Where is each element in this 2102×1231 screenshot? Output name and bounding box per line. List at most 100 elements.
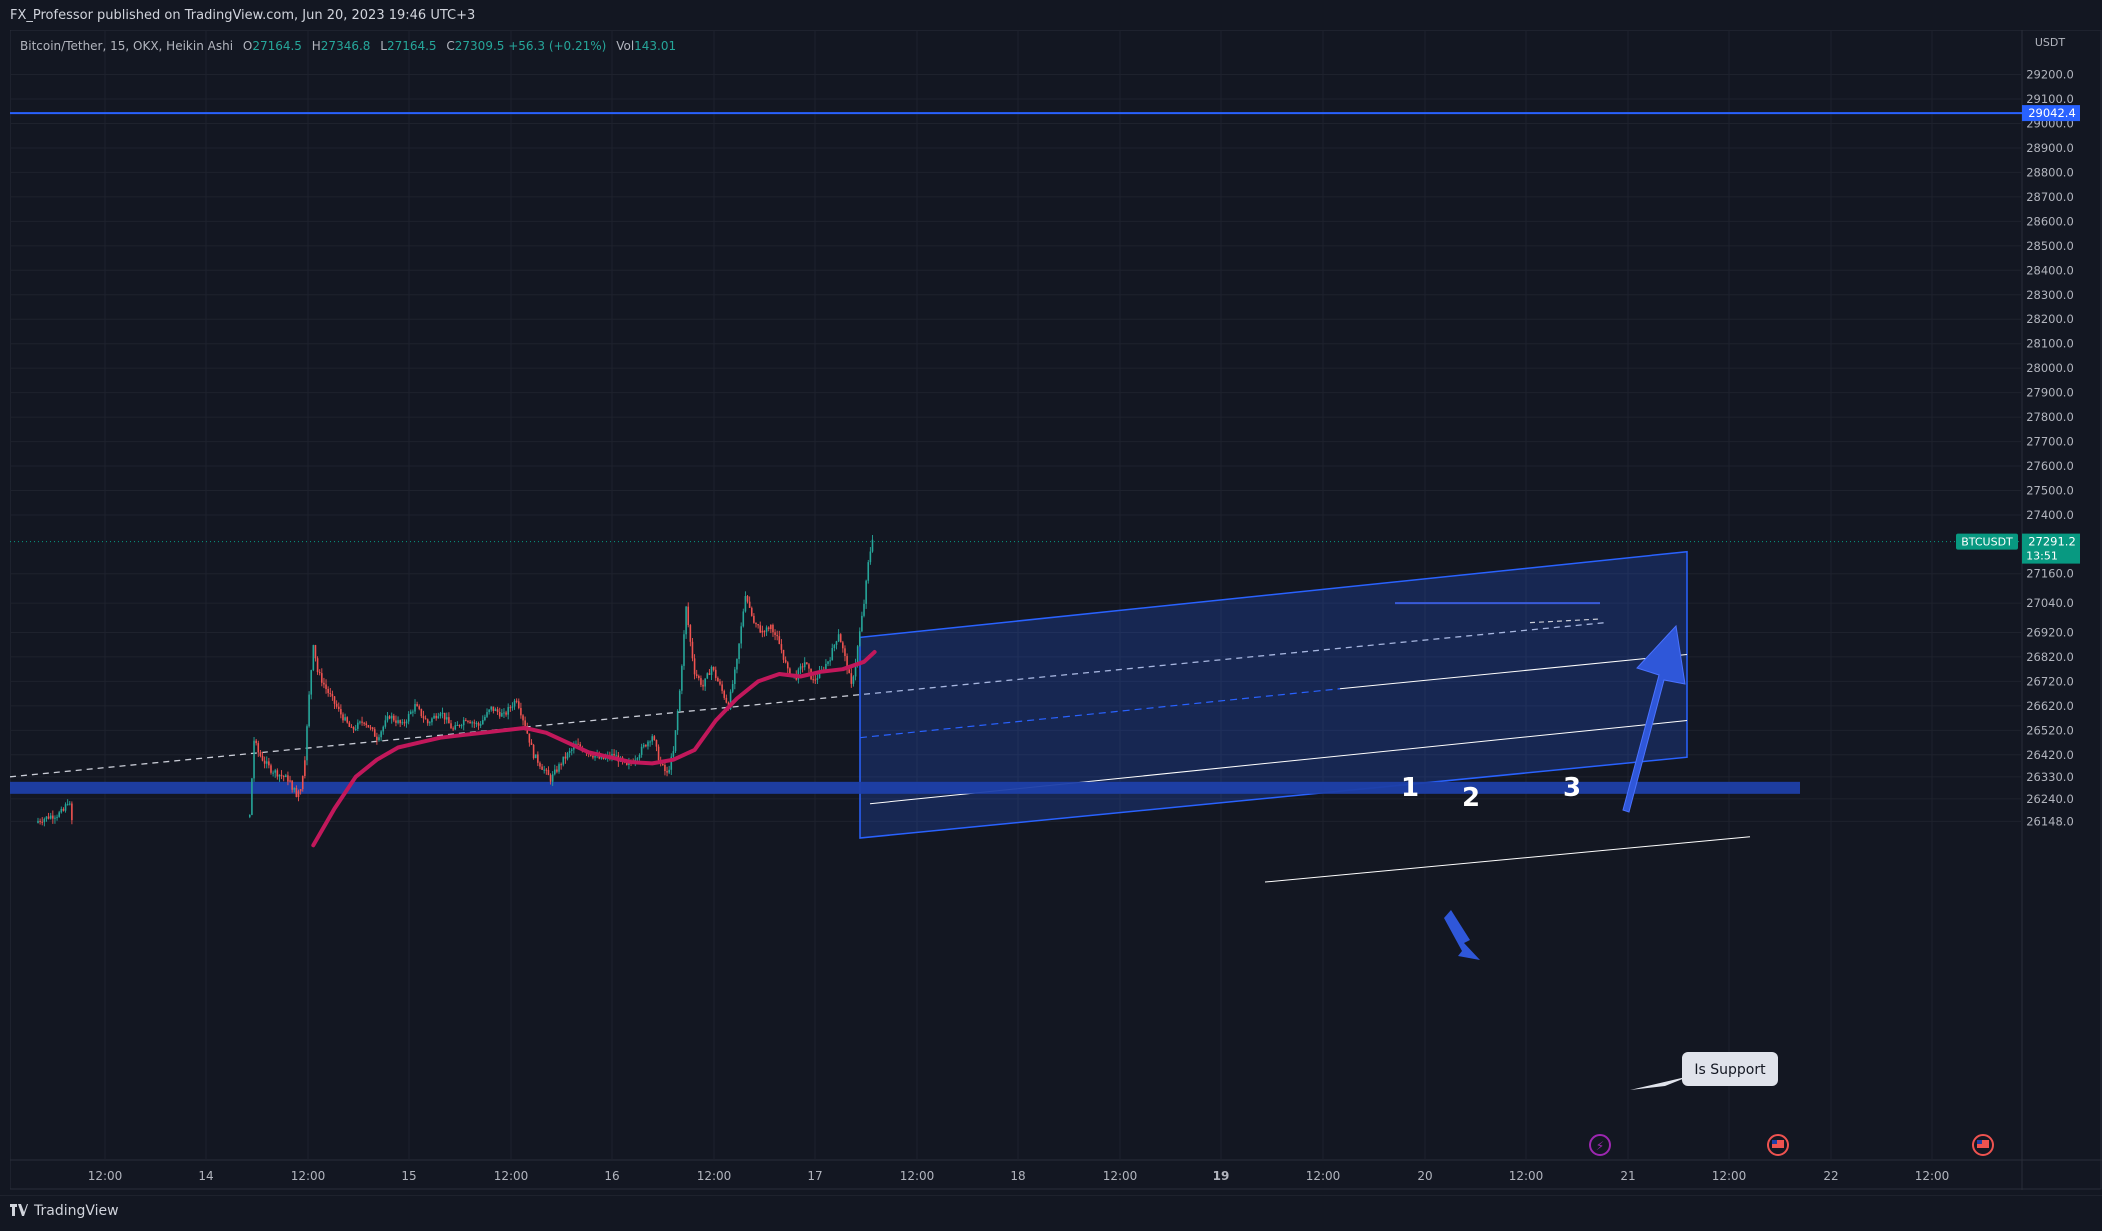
price-tick-label: 26420.0 <box>2026 748 2074 762</box>
candle-body <box>249 814 251 817</box>
candle-body <box>655 739 658 747</box>
candle-body <box>687 606 690 626</box>
tradingview-brand: TradingView <box>34 1202 119 1219</box>
candle-body <box>331 694 334 697</box>
price-axis[interactable]: USDT29200.029100.029000.028900.028800.02… <box>2026 36 2074 828</box>
candle-body <box>344 717 346 721</box>
symbol-tag: BTCUSDT <box>1961 536 2013 549</box>
candle-body <box>869 551 872 563</box>
chart-area[interactable]: USDT 29200.0 29100.0 29000.0 28900.0 28800.0 2… <box>9 29 2102 1190</box>
candle-body <box>454 725 457 730</box>
candle-body <box>649 741 651 743</box>
candle-body <box>60 808 63 813</box>
candle-body <box>863 603 865 616</box>
candle-body <box>289 780 291 782</box>
candle-body <box>515 700 518 702</box>
candle-body <box>445 717 448 720</box>
candle-body <box>37 820 39 823</box>
price-tick-label: 27700.0 <box>2026 435 2074 449</box>
candle-body <box>71 803 73 821</box>
candle-body <box>424 718 427 720</box>
candle-body <box>314 645 317 659</box>
candle-body <box>543 769 546 771</box>
price-chart[interactable]: USDT29200.029100.029000.028900.028800.02… <box>9 29 2102 1190</box>
time-axis[interactable]: 12:00 14 12:00 15 12:00 16 12:00 17 12:00 18 12:00… <box>88 1169 1950 1183</box>
time-tick-label: 14 <box>198 1169 213 1183</box>
candle-body <box>456 725 459 727</box>
price-tick-label: 29200.0 <box>2026 68 2074 82</box>
candle-body <box>297 791 300 798</box>
candle-body <box>251 778 253 815</box>
candle-body <box>340 709 342 715</box>
candle-body <box>272 772 274 774</box>
candle-body <box>539 762 541 767</box>
candle-body <box>346 717 349 723</box>
candle-body <box>867 562 870 581</box>
candle-body <box>308 694 310 727</box>
candle-body <box>462 719 465 726</box>
time-tick-label: 12:00 <box>88 1169 123 1183</box>
candle-body <box>594 755 596 758</box>
legend-c-label: C <box>446 39 455 53</box>
candle-body <box>852 676 855 684</box>
candle-body <box>806 662 808 665</box>
candle-body <box>376 736 378 741</box>
candle-body <box>833 644 836 649</box>
candle-body <box>354 728 357 730</box>
price-tick-label: 26820.0 <box>2026 650 2074 664</box>
candle-body <box>564 756 567 759</box>
publish-info: FX_Professor published on TradingView.co… <box>10 8 476 23</box>
candle-body <box>397 720 399 723</box>
candle-body <box>359 721 361 723</box>
time-tick-label: 12:00 <box>900 1169 935 1183</box>
candle-body <box>58 812 60 817</box>
candle-body <box>304 760 306 776</box>
candle-body <box>263 760 266 764</box>
candle-body <box>861 615 863 632</box>
candle-body <box>532 744 535 759</box>
candle-body <box>778 636 781 645</box>
candle-body <box>253 740 255 779</box>
candle-body <box>814 679 817 681</box>
last-price-label: 27291.2 <box>2028 535 2076 549</box>
tradingview-logo[interactable]: TradingView <box>10 1201 119 1220</box>
candle-body <box>509 707 512 709</box>
candle-body <box>310 670 313 695</box>
bar-countdown-label: 13:51 <box>2026 550 2058 563</box>
candle-body <box>742 611 745 627</box>
candle-body <box>301 775 304 790</box>
candle-body <box>367 725 370 728</box>
price-tick-label: 27800.0 <box>2026 410 2074 424</box>
drawings <box>9 112 2022 883</box>
candle-body <box>505 712 507 715</box>
candle-body <box>467 720 469 722</box>
peak-label-1: 1 <box>1401 773 1419 803</box>
legend-symbol[interactable]: Bitcoin/Tether, 15, OKX, Heikin Ashi <box>20 39 233 53</box>
candle-body <box>443 712 446 720</box>
candle-body <box>295 788 298 798</box>
candle-body <box>484 716 486 720</box>
candle-body <box>638 754 641 759</box>
legend-low: 27164.5 <box>386 39 437 53</box>
candle-body <box>488 709 490 713</box>
candle-body <box>558 764 560 772</box>
candle-body <box>473 722 476 724</box>
candle-body <box>503 712 505 714</box>
candle-body <box>695 674 698 676</box>
candle-body <box>437 716 440 719</box>
candle-body <box>386 716 389 721</box>
candle-body <box>592 755 594 758</box>
footer <box>0 1195 2102 1231</box>
price-tick-label: 28300.0 <box>2026 288 2074 302</box>
price-tick-label: 26720.0 <box>2026 674 2074 688</box>
price-tick-label: 28200.0 <box>2026 312 2074 326</box>
candle-body <box>371 727 374 730</box>
candle-body <box>837 634 840 642</box>
candle-body <box>835 641 838 645</box>
candle-body <box>676 711 679 731</box>
candle-body <box>373 729 376 737</box>
candle-body <box>39 820 41 822</box>
candle-body <box>780 644 783 650</box>
candle-body <box>316 658 319 673</box>
candle-body <box>547 770 550 776</box>
